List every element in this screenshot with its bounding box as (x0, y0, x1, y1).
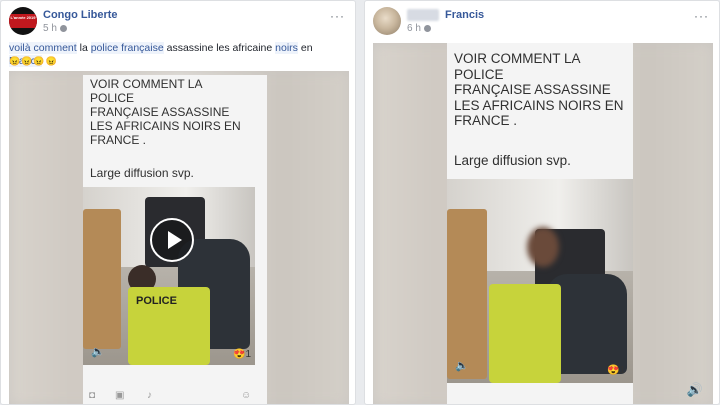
timestamp[interactable]: 5 h (43, 23, 57, 34)
reaction-badge: 😍1 (607, 365, 625, 376)
post-caption: voilà comment la police française assass… (9, 42, 344, 68)
post-francis: Francis 6 h ··· VOIR COMMENT LA POLICE F… (364, 0, 720, 405)
vest-label: POLICE (136, 295, 177, 307)
phone-screenshot: VOIR COMMENT LA POLICE FRANÇAISE ASSASSI… (83, 75, 267, 404)
post-header: L'année 2019 Congo Liberte 5 h ··· (1, 1, 355, 41)
play-button-icon[interactable] (150, 218, 194, 262)
reaction-count: 1 (245, 349, 252, 360)
reaction-count: 1 (619, 365, 626, 376)
video-table (447, 209, 487, 379)
post-time[interactable]: 5 h (43, 23, 67, 34)
more-options-icon[interactable]: ··· (694, 9, 709, 23)
post-video[interactable]: VOIR COMMENT LA POLICE FRANÇAISE ASSASSI… (373, 43, 713, 404)
police-vest (489, 284, 561, 383)
embedded-video[interactable]: POLICE 🔈 😍1 (83, 187, 255, 365)
post-time[interactable]: 6 h (407, 23, 431, 34)
post-video[interactable]: VOIR COMMENT LA POLICE FRANÇAISE ASSASSI… (9, 71, 349, 404)
timestamp[interactable]: 6 h (407, 23, 421, 34)
blurred-name (407, 9, 439, 21)
phone-subtext: Large diffusion svp. (90, 166, 194, 180)
police-vest: POLICE (128, 287, 210, 365)
caption-part: la (76, 42, 91, 54)
post-header: Francis 6 h ··· (365, 1, 719, 41)
video-table (83, 209, 121, 349)
more-options-icon[interactable]: ··· (330, 9, 345, 23)
video-person-head-blurred (527, 227, 559, 267)
author-name[interactable]: Francis (445, 9, 484, 21)
angry-emoji-icons: 😠😠😠😠 (9, 56, 58, 66)
embedded-video[interactable]: 🔈 😍1 (447, 179, 633, 383)
avatar[interactable] (373, 7, 401, 35)
microphone-icon: ♪ (147, 390, 152, 401)
caption-part[interactable]: noirs (275, 42, 298, 54)
avatar[interactable]: L'année 2019 (9, 7, 37, 35)
phone-input-bar: ◘ ▣ ♪ ☺ (83, 386, 267, 404)
globe-icon (59, 25, 67, 32)
phone-message-text: VOIR COMMENT LA POLICE FRANÇAISE ASSASSI… (90, 77, 241, 147)
volume-icon[interactable]: 🔊 (687, 382, 703, 398)
phone-message-text: VOIR COMMENT LA POLICE FRANÇAISE ASSASSI… (454, 51, 624, 128)
caption-part: en (297, 42, 313, 54)
caption-part[interactable]: police française (90, 42, 164, 54)
reaction-badge: 😍1 (233, 349, 251, 360)
heart-eyes-emoji-icon: 😍 (607, 365, 620, 376)
speaker-icon[interactable]: 🔈 (91, 345, 105, 358)
caption-part: assassine les africaine (163, 42, 276, 54)
camera-icon: ◘ (89, 390, 96, 401)
caption-part[interactable]: voilà comment (9, 42, 77, 54)
phone-subtext: Large diffusion svp. (454, 153, 571, 168)
emoji-icon: ☺ (241, 390, 252, 401)
heart-eyes-emoji-icon: 😍 (233, 349, 246, 360)
speaker-icon[interactable]: 🔈 (455, 359, 469, 372)
phone-screenshot: VOIR COMMENT LA POLICE FRANÇAISE ASSASSI… (447, 43, 633, 404)
image-icon: ▣ (115, 390, 125, 401)
author-name[interactable]: Congo Liberte (43, 9, 118, 21)
globe-icon (423, 25, 431, 32)
avatar-text: L'année 2019 (10, 15, 36, 20)
post-congo-liberte: L'année 2019 Congo Liberte 5 h ··· voilà… (0, 0, 356, 405)
